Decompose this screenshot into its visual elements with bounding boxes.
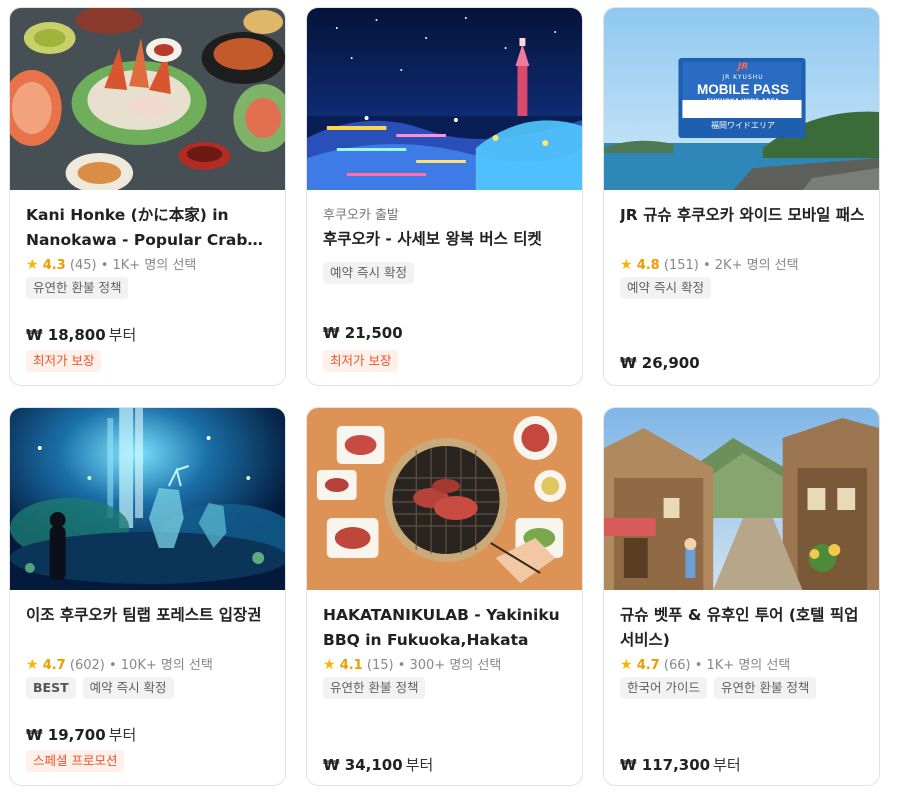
tag-list: BEST 예약 즉시 확정 [26, 677, 174, 699]
promo-badge: 최저가 보장 [323, 350, 399, 372]
rating-row: ★ 4.3 (45) • 1K+ 명의 선택 [26, 254, 196, 273]
selection-count: • 300+ 명의 선택 [397, 658, 502, 673]
tag-list: 예약 즉시 확정 [323, 262, 414, 284]
pass-line-4: 福岡ワイドエリア [711, 121, 775, 130]
rating-score: 4.7 [636, 658, 660, 673]
card-title[interactable]: 규슈 벳푸 & 유후인 투어 (호텔 픽업 서비스) [620, 603, 865, 653]
rating-score: 4.3 [42, 258, 66, 273]
price: ₩ 19,700 부터 [26, 724, 136, 745]
price-suffix: 부터 [713, 756, 741, 774]
price-amount: ₩ 26,900 [620, 354, 700, 372]
price-amount: ₩ 18,800 [26, 326, 106, 344]
rating-row: ★ 4.1 (15) • 300+ 명의 선택 [323, 654, 501, 673]
card-body: 이조 후쿠오카 팀랩 포레스트 입장권 ★ 4.7 (602) • 10K+ 명… [26, 590, 271, 785]
price-suffix: 부터 [405, 756, 434, 774]
price-amount: ₩ 34,100 [323, 756, 403, 774]
tag-badge: 예약 즉시 확정 [323, 262, 414, 284]
activity-card-teamlab[interactable]: 이조 후쿠오카 팀랩 포레스트 입장권 ★ 4.7 (602) • 10K+ 명… [9, 407, 286, 786]
star-icon: ★ [620, 257, 633, 273]
mobile-pass-card: JR JR KYUSHU MOBILE PASS FUKUOKA WIDE AR… [679, 58, 807, 138]
activity-card-hakataniku[interactable]: HAKATANIKULAB - Yakiniku BBQ in Fukuoka,… [306, 407, 583, 786]
review-count: (151) [663, 258, 699, 273]
rating-row: ★ 4.7 (66) • 1K+ 명의 선택 [620, 654, 790, 673]
card-title[interactable]: Kani Honke (かに本家) in Nanokawa - Popular … [26, 203, 271, 253]
pass-line-3: FUKUOKA WIDE AREA [706, 98, 780, 105]
yakiniku-grill-photo [307, 408, 582, 590]
tag-badge: 유연한 환불 정책 [26, 277, 129, 299]
departure-label: 후쿠오카 출발 [323, 208, 399, 223]
rating-score: 4.7 [42, 658, 66, 673]
selection-count: • 1K+ 명의 선택 [694, 658, 791, 673]
price-suffix: 부터 [108, 326, 137, 344]
price: ₩ 26,900 [620, 354, 700, 372]
tag-badge: 예약 즉시 확정 [82, 677, 174, 699]
card-title[interactable]: 이조 후쿠오카 팀랩 포레스트 입장권 [26, 603, 271, 628]
selection-count: • 2K+ 명의 선택 [702, 258, 799, 273]
yufuin-street-photo [604, 408, 879, 590]
teamlab-forest-photo [10, 408, 285, 590]
tag-list: 예약 즉시 확정 [620, 277, 711, 299]
price-amount: ₩ 21,500 [323, 324, 403, 342]
best-badge: BEST [26, 677, 76, 699]
price-amount: ₩ 19,700 [26, 726, 106, 744]
activity-card-sasebo-bus[interactable]: 후쿠오카 출발 후쿠오카 - 사세보 왕복 버스 티켓 예약 즉시 확정 ₩ 2… [306, 7, 583, 386]
jr-pass-coast-photo: JR JR KYUSHU MOBILE PASS FUKUOKA WIDE AR… [604, 8, 879, 190]
tag-list: 유연한 환불 정책 [26, 277, 129, 299]
crab-feast-photo [10, 8, 285, 190]
promo-badge: 최저가 보장 [26, 350, 102, 372]
tag-list: 한국어 가이드 유연한 환불 정책 [620, 677, 817, 699]
tag-list: 유연한 환불 정책 [323, 677, 426, 699]
price: ₩ 34,100 부터 [323, 754, 433, 775]
rating-row: ★ 4.8 (151) • 2K+ 명의 선택 [620, 254, 799, 273]
activity-card-grid: Kani Honke (かに本家) in Nanokawa - Popular … [0, 0, 900, 801]
card-title[interactable]: HAKATANIKULAB - Yakiniku BBQ in Fukuoka,… [323, 603, 568, 653]
rating-row: ★ 4.7 (602) • 10K+ 명의 선택 [26, 654, 213, 673]
night-illumination-photo [307, 8, 582, 190]
review-count: (602) [69, 658, 105, 673]
card-title[interactable]: 후쿠오카 - 사세보 왕복 버스 티켓 [323, 227, 568, 252]
promo-badge: 스페셜 프로모션 [26, 750, 125, 772]
card-body: JR 규슈 후쿠오카 와이드 모바일 패스 ★ 4.8 (151) • 2K+ … [620, 190, 865, 385]
price: ₩ 117,300 부터 [620, 754, 741, 775]
tag-badge: 유연한 환불 정책 [323, 677, 426, 699]
activity-card-kani-honke[interactable]: Kani Honke (かに本家) in Nanokawa - Popular … [9, 7, 286, 386]
card-body: 규슈 벳푸 & 유후인 투어 (호텔 픽업 서비스) ★ 4.7 (66) • … [620, 590, 865, 785]
review-count: (15) [366, 658, 394, 673]
pass-line-2: MOBILE PASS [696, 82, 789, 97]
price: ₩ 21,500 [323, 324, 406, 342]
activity-card-jr-pass[interactable]: JR JR KYUSHU MOBILE PASS FUKUOKA WIDE AR… [603, 7, 880, 386]
card-body: 후쿠오카 출발 후쿠오카 - 사세보 왕복 버스 티켓 예약 즉시 확정 ₩ 2… [323, 190, 568, 385]
star-icon: ★ [620, 657, 633, 673]
star-icon: ★ [26, 257, 39, 273]
price-suffix: 부터 [108, 726, 137, 744]
tag-badge: 예약 즉시 확정 [620, 277, 711, 299]
tag-badge: 한국어 가이드 [620, 677, 707, 699]
card-body: Kani Honke (かに本家) in Nanokawa - Popular … [26, 190, 271, 385]
tag-badge: 유연한 환불 정책 [713, 677, 817, 699]
jr-logo: JR [737, 62, 749, 72]
selection-count: • 10K+ 명의 선택 [108, 658, 213, 673]
rating-score: 4.1 [339, 658, 363, 673]
card-title[interactable]: JR 규슈 후쿠오카 와이드 모바일 패스 [620, 203, 865, 228]
activity-card-beppu-yufuin[interactable]: 규슈 벳푸 & 유후인 투어 (호텔 픽업 서비스) ★ 4.7 (66) • … [603, 407, 880, 786]
price: ₩ 18,800 부터 [26, 324, 136, 345]
star-icon: ★ [26, 657, 39, 673]
card-body: HAKATANIKULAB - Yakiniku BBQ in Fukuoka,… [323, 590, 568, 785]
review-count: (66) [663, 658, 691, 673]
selection-count: • 1K+ 명의 선택 [100, 258, 197, 273]
pass-line-1: JR KYUSHU [722, 74, 764, 81]
rating-score: 4.8 [636, 258, 660, 273]
price-amount: ₩ 117,300 [620, 756, 711, 774]
star-icon: ★ [323, 657, 336, 673]
review-count: (45) [69, 258, 97, 273]
